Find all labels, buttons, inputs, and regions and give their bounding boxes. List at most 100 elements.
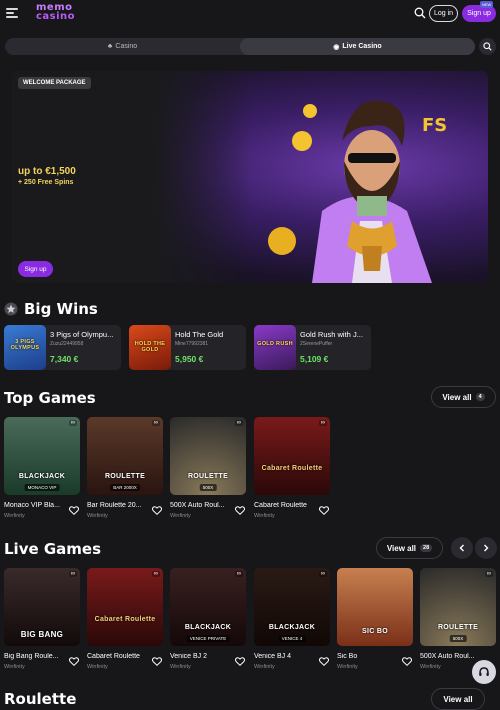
favorite-heart-icon[interactable] — [319, 506, 329, 515]
card-label: SIC BO — [362, 628, 388, 635]
headset-icon — [479, 667, 489, 676]
logo[interactable]: memo casino — [36, 3, 76, 22]
fs-art-text: FS — [422, 115, 447, 136]
game-name: Venice BJ 2 — [170, 653, 207, 660]
game-provider: Winfinity — [420, 664, 441, 670]
card-sublabel: 500X — [199, 484, 217, 491]
game-provider: Winfinity — [254, 513, 275, 519]
count-badge: 28 — [420, 544, 433, 552]
thumb-label: HOLD THE GOLD — [134, 341, 166, 353]
card-sublabel: 500X — [449, 635, 467, 642]
big-win-item[interactable]: GOLD RUSH Gold Rush with J... 2SerenePuf… — [254, 325, 371, 370]
game-thumbnail: GOLD RUSH — [254, 325, 296, 370]
game-card[interactable]: ∞ ROULETTE 500X — [170, 417, 246, 495]
win-game-title: Hold The Gold — [175, 330, 224, 339]
big-wins-title: Big Wins — [24, 300, 98, 318]
hamburger-menu-icon[interactable] — [6, 8, 18, 18]
chevron-right-icon — [484, 544, 489, 552]
favorite-heart-icon[interactable] — [235, 506, 245, 515]
game-card[interactable]: ∞ BLACKJACK MONACO VIP — [4, 417, 80, 495]
carousel-prev-button[interactable] — [451, 537, 473, 559]
big-win-item[interactable]: 3 PIGS OLYMPUS 3 Pigs of Olympu... Zuzu2… — [4, 325, 121, 370]
search-icon[interactable] — [414, 7, 426, 19]
game-card[interactable]: ∞ ROULETTE BAR 2000X — [87, 417, 163, 495]
game-card[interactable]: SIC BO — [337, 568, 413, 646]
login-button[interactable]: Log in — [429, 5, 458, 22]
banner-signup-button[interactable]: Sign up — [18, 261, 53, 277]
game-card[interactable]: ∞ Cabaret Roulette — [87, 568, 163, 646]
top-games-title: Top Games — [4, 389, 96, 407]
infinity-icon: ∞ — [484, 571, 493, 577]
count-badge: 4 — [475, 393, 485, 401]
infinity-icon: ∞ — [318, 571, 327, 577]
game-name: Venice BJ 4 — [254, 653, 291, 660]
top-games-view-all-button[interactable]: View all 4 — [431, 386, 496, 408]
welcome-banner[interactable]: FS WELCOME PACKAGE up to €1,500 + 250 Fr… — [12, 71, 488, 283]
favorite-heart-icon[interactable] — [235, 657, 245, 666]
win-user: Zuzu22449958 — [50, 341, 84, 347]
game-name: Cabaret Roulette — [254, 502, 307, 509]
card-label: BIG BANG — [20, 630, 64, 639]
search-icon — [483, 42, 492, 51]
infinity-icon: ∞ — [234, 420, 243, 426]
logo-line2: casino — [36, 11, 76, 22]
game-card[interactable]: ∞ ROULETTE 500X — [420, 568, 496, 646]
win-game-title: Gold Rush with J... — [300, 330, 363, 339]
game-name: 500X Auto Roul... — [420, 653, 475, 660]
favorite-heart-icon[interactable] — [69, 506, 79, 515]
game-provider: Winfinity — [87, 513, 108, 519]
game-provider: Winfinity — [4, 664, 25, 670]
card-sublabel: BAR 2000X — [110, 484, 140, 491]
game-provider: Winfinity — [170, 513, 191, 519]
card-label: BLACKJACK — [18, 473, 66, 480]
favorite-heart-icon[interactable] — [402, 657, 412, 666]
roulette-view-all-button[interactable]: View all — [431, 688, 485, 710]
thumb-label: 3 PIGS OLYMPUS — [10, 339, 40, 351]
game-thumbnail: HOLD THE GOLD — [129, 325, 171, 370]
game-provider: Winfinity — [337, 664, 358, 670]
view-all-label: View all — [386, 543, 417, 553]
game-provider: Winfinity — [4, 513, 25, 519]
favorite-heart-icon[interactable] — [319, 657, 329, 666]
game-card[interactable]: ∞ Cabaret Roulette — [254, 417, 330, 495]
live-games-title: Live Games — [4, 540, 102, 558]
card-sublabel: MONACO VIP — [24, 484, 60, 491]
welcome-package-tag: WELCOME PACKAGE — [18, 77, 91, 89]
game-card[interactable]: ∞ BLACKJACK VENICE PRIVATE — [170, 568, 246, 646]
favorite-heart-icon[interactable] — [152, 657, 162, 666]
card-label: ROULETTE — [437, 624, 479, 631]
big-win-item[interactable]: HOLD THE GOLD Hold The Gold Mine77992381… — [129, 325, 246, 370]
win-user: 2SerenePuffer — [300, 341, 333, 347]
live-games-view-all-button[interactable]: View all 28 — [376, 537, 443, 559]
game-card[interactable]: ∞ BIG BANG — [4, 568, 80, 646]
infinity-icon: ∞ — [151, 571, 160, 577]
card-label: BLACKJACK — [184, 624, 232, 631]
roulette-title: Roulette — [4, 690, 77, 708]
game-provider: Winfinity — [87, 664, 108, 670]
favorite-heart-icon[interactable] — [69, 657, 79, 666]
tab-casino[interactable]: ♣ Casino — [5, 38, 240, 55]
switcher-search-button[interactable] — [479, 38, 496, 55]
tab-casino-label: Casino — [115, 43, 138, 50]
carousel-next-button[interactable] — [475, 537, 497, 559]
favorite-heart-icon[interactable] — [152, 506, 162, 515]
win-game-title: 3 Pigs of Olympu... — [50, 330, 114, 339]
game-provider: Winfinity — [170, 664, 191, 670]
live-icon: ◉ — [333, 43, 340, 51]
support-chat-button[interactable] — [472, 660, 496, 684]
tab-live-casino[interactable]: ◉ Live Casino — [240, 38, 475, 55]
card-label: ROULETTE — [187, 473, 229, 480]
win-amount: 7,340 € — [50, 354, 79, 364]
promo-headline: up to €1,500 — [18, 166, 76, 177]
game-provider: Winfinity — [254, 664, 275, 670]
game-thumbnail: 3 PIGS OLYMPUS — [4, 325, 46, 370]
game-name: Cabaret Roulette — [87, 653, 140, 660]
tab-live-casino-label: Live Casino — [342, 43, 382, 50]
card-label: Cabaret Roulette — [94, 616, 156, 623]
game-card[interactable]: ∞ BLACKJACK VENICE 4 — [254, 568, 330, 646]
thumb-label: GOLD RUSH — [257, 341, 293, 347]
hero-character-illustration: FS — [268, 100, 447, 283]
header: memo casino Log in Sign up NEW — [0, 0, 500, 28]
win-user: Mine77992381 — [175, 341, 209, 347]
game-name: Monaco VIP Bla... — [4, 502, 60, 509]
